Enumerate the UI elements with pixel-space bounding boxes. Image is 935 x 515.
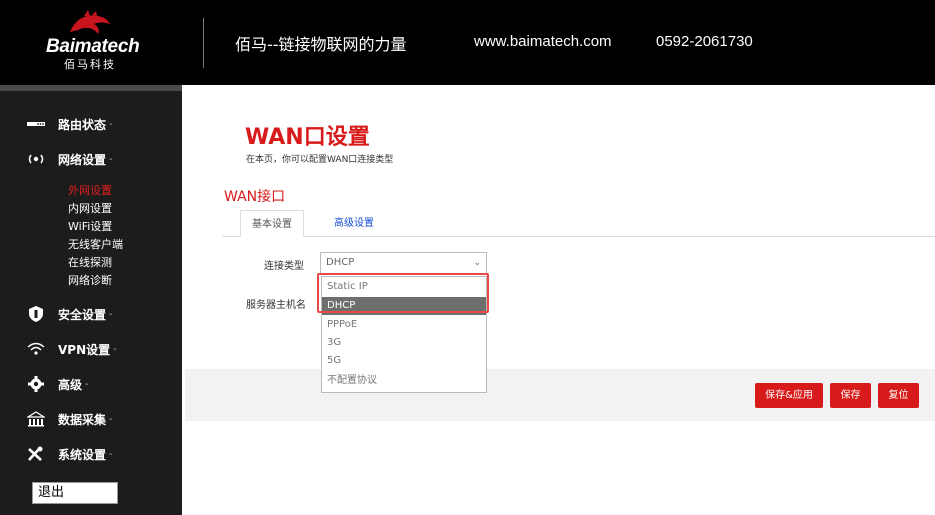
brand-subtitle: 佰马科技 xyxy=(64,58,116,71)
tools-icon xyxy=(26,444,46,464)
sidebar-item-advanced[interactable]: 高级 - xyxy=(26,374,89,394)
header-divider xyxy=(203,18,204,68)
gear-icon xyxy=(26,374,46,394)
header-slogan: 佰马--链接物联网的力量 xyxy=(235,35,407,54)
page-description: 在本页，你可以配置WAN口连接类型 xyxy=(246,155,394,165)
option-3g[interactable]: 3G xyxy=(322,334,486,352)
router-status-icon xyxy=(26,114,46,134)
chevron-down-icon: - xyxy=(109,448,113,460)
highlight-box xyxy=(317,273,489,313)
chevron-down-icon: - xyxy=(109,153,113,165)
option-pppoe[interactable]: PPPoE xyxy=(322,316,486,334)
header-website: www.baimatech.com xyxy=(474,33,612,50)
subnav-network-diagnosis[interactable]: 网络诊断 xyxy=(68,272,112,288)
sidebar-item-security[interactable]: 安全设置 - xyxy=(26,304,113,324)
page-title: WAN口设置 xyxy=(245,125,370,150)
data-collect-icon xyxy=(26,409,46,429)
sidebar-item-label: 路由状态 xyxy=(58,117,107,132)
brand-logo[interactable]: Baimatech 佰马科技 xyxy=(36,10,146,75)
sidebar-item-label: 系统设置 xyxy=(58,447,107,462)
chevron-down-icon: - xyxy=(109,118,113,130)
select-value: DHCP xyxy=(326,257,355,268)
sidebar-item-label: 网络设置 xyxy=(58,152,107,167)
subnav-online-detection[interactable]: 在线探测 xyxy=(68,254,112,270)
sidebar-item-router-status[interactable]: 路由状态 - xyxy=(26,114,113,134)
subnav-wireless-client[interactable]: 无线客户端 xyxy=(68,236,123,252)
sidebar-item-system[interactable]: 系统设置 - xyxy=(26,444,113,464)
tab-basic-settings[interactable]: 基本设置 xyxy=(240,210,304,237)
subnav-wifi-settings[interactable]: WiFi设置 xyxy=(68,218,112,234)
chevron-down-icon: - xyxy=(113,343,117,355)
sidebar: 路由状态 - 网络设置 - 外网设置 内网设置 WiFi设置 无线客户端 在线探测 … xyxy=(0,85,182,515)
sidebar-item-data-collection[interactable]: 数据采集 - xyxy=(26,409,113,429)
sidebar-item-network[interactable]: 网络设置 - xyxy=(26,149,113,169)
top-header: Baimatech 佰马科技 佰马--链接物联网的力量 www.baimatec… xyxy=(0,0,935,85)
vpn-icon xyxy=(26,339,46,359)
sidebar-item-label: 数据采集 xyxy=(58,412,107,427)
chevron-down-icon: - xyxy=(85,378,89,390)
sidebar-item-vpn[interactable]: VPN设置 - xyxy=(26,339,117,359)
option-no-protocol[interactable]: 不配置协议 xyxy=(322,372,486,390)
connection-type-select[interactable]: DHCP ⌄ xyxy=(320,252,487,274)
chevron-down-icon: - xyxy=(109,413,113,425)
brand-name: Baimatech xyxy=(46,36,140,57)
subnav-wan-settings[interactable]: 外网设置 xyxy=(68,182,112,198)
logout-button[interactable]: 退出 xyxy=(32,482,118,504)
sidebar-item-label: 高级 xyxy=(58,377,83,392)
sidebar-item-label: VPN设置 xyxy=(58,342,111,357)
network-icon xyxy=(26,149,46,169)
subnav-lan-settings[interactable]: 内网设置 xyxy=(68,200,112,216)
shield-icon xyxy=(26,304,46,324)
horse-logo-icon xyxy=(70,10,110,34)
header-phone: 0592-2061730 xyxy=(656,33,753,50)
sidebar-item-label: 安全设置 xyxy=(58,307,107,322)
save-apply-button[interactable]: 保存&应用 xyxy=(755,383,823,408)
reset-button[interactable]: 复位 xyxy=(878,383,919,408)
save-button[interactable]: 保存 xyxy=(830,383,871,408)
option-5g[interactable]: 5G xyxy=(322,352,486,370)
chevron-down-icon: - xyxy=(109,308,113,320)
section-title: WAN接口 xyxy=(224,189,286,205)
hostname-label: 服务器主机名 xyxy=(246,300,306,311)
chevron-down-icon: ⌄ xyxy=(473,258,481,268)
connection-type-label: 连接类型 xyxy=(264,261,304,272)
tab-advanced-settings[interactable]: 高级设置 xyxy=(322,210,386,237)
